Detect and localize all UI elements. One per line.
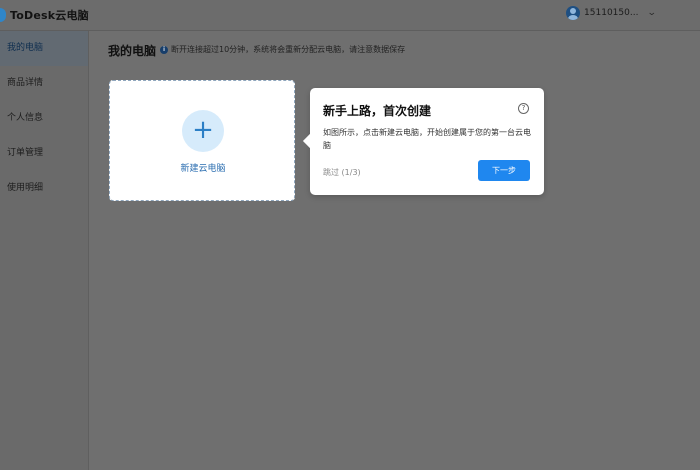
sidebar-item-product-details[interactable]: 商品详情 [0, 66, 88, 101]
sidebar-item-order-management[interactable]: 订单管理 [0, 136, 88, 171]
popover-title: 新手上路，首次创建 [323, 104, 432, 118]
top-bar: ToDesk云电脑 15110150... ⌄ [0, 0, 700, 31]
notice-text: 断开连接超过10分钟，系统将会重新分配云电脑，请注意数据保存 [171, 45, 406, 54]
sidebar-item-personal-info[interactable]: 个人信息 [0, 101, 88, 136]
new-computer-card[interactable]: + 新建云电脑 [109, 80, 295, 201]
user-menu[interactable]: 15110150... ⌄ [566, 6, 657, 20]
sidebar-item-my-computers[interactable]: 我的电脑 [0, 31, 88, 66]
page-title: 我的电脑 [108, 44, 157, 58]
app-title: ToDesk云电脑 [10, 9, 89, 22]
app-logo: ToDesk云电脑 [0, 7, 89, 23]
notice: i 断开连接超过10分钟，系统将会重新分配云电脑，请注意数据保存 [160, 44, 405, 55]
chevron-down-icon[interactable]: ⌄ [647, 8, 657, 18]
plus-icon[interactable]: + [182, 110, 224, 152]
help-icon[interactable]: ? [518, 103, 529, 114]
sidebar-item-usage-details[interactable]: 使用明细 [0, 171, 88, 206]
new-computer-label[interactable]: 新建云电脑 [110, 161, 296, 174]
todesk-logo-icon [0, 8, 6, 22]
user-id[interactable]: 15110150... [584, 8, 638, 18]
info-icon: i [160, 45, 168, 54]
popover-arrow [302, 133, 318, 149]
avatar[interactable] [566, 6, 581, 20]
onboarding-popover: 新手上路，首次创建 ? 如图所示，点击新建云电脑，开始创建属于您的第一台云电脑 … [302, 88, 544, 195]
popover-body: 如图所示，点击新建云电脑，开始创建属于您的第一台云电脑 [323, 128, 531, 150]
skip-link[interactable]: 跳过 (1/3) [323, 167, 361, 178]
sidebar: 我的电脑 商品详情 个人信息 订单管理 使用明细 [0, 31, 89, 470]
next-step-button[interactable]: 下一步 [478, 160, 530, 181]
